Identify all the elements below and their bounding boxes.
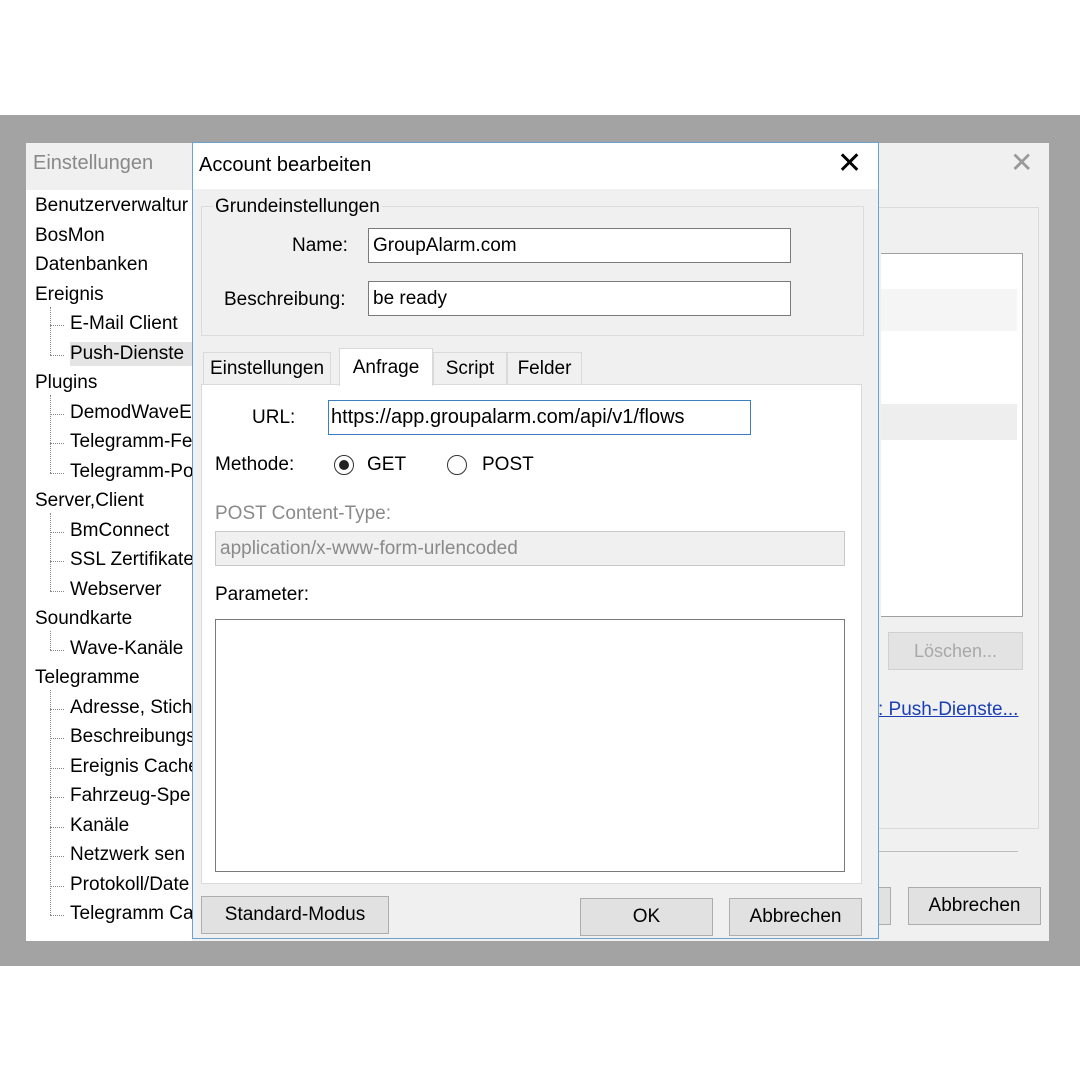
tree-connector [50,472,64,474]
tree-connector [50,915,64,916]
tree-connector [50,690,51,915]
tree-item[interactable]: Soundkarte [35,607,132,631]
push-services-link[interactable]: : Push-Dienste... [878,699,1018,721]
tree-item[interactable]: Fahrzeug-Spe [70,784,190,808]
url-input[interactable]: https://app.groupalarm.com/api/v1/flows [328,400,751,435]
tree-connector [50,513,51,591]
ok-button[interactable]: OK [580,898,713,936]
tree-connector [50,306,51,355]
method-get-label[interactable]: GET [367,454,406,476]
tree-item[interactable]: Push-Dienste [70,341,192,366]
tab-script[interactable]: Script [433,352,507,385]
basic-settings-group [201,206,864,336]
ok-button-partial[interactable] [878,887,891,925]
tree-item[interactable]: Beschreibungs [70,725,192,749]
method-post-radio[interactable] [447,455,467,475]
description-label: Beschreibung: [224,289,346,310]
tree-connector [50,413,64,415]
tree-connector [50,325,64,326]
tree-connector [50,738,64,739]
list-item[interactable] [881,289,1017,331]
tree-connector [50,856,64,857]
tree-connector [50,826,64,828]
tree-item[interactable]: Netzwerk sen [70,843,185,867]
tree-connector [50,767,64,769]
tree-item[interactable]: E-Mail Client [70,312,178,336]
tree-connector [50,395,51,473]
parameter-textarea[interactable] [215,619,845,872]
settings-close-icon[interactable]: ✕ [1010,149,1033,177]
radio-selected-dot [339,460,349,470]
method-post-label[interactable]: POST [482,454,534,476]
content-type-label: POST Content-Type: [215,503,392,524]
tree-item[interactable]: Datenbanken [35,253,148,277]
account-edit-dialog: Account bearbeiten ✕ Grundeinstellungen … [192,142,879,939]
tree-item[interactable]: Protokoll/Date [70,873,189,897]
tree-connector [50,561,64,562]
tree-connector [50,354,64,356]
tree-connector [50,443,64,444]
tree-item[interactable]: Webserver [70,578,162,602]
standard-mode-button[interactable]: Standard-Modus [201,896,389,934]
tree-item[interactable]: Telegramme [35,666,140,690]
parameter-label: Parameter: [215,584,309,605]
tree-connector [50,649,64,651]
settings-cancel-button[interactable]: Abbrechen [908,887,1041,925]
url-label: URL: [252,407,296,428]
tree-item[interactable]: DemodWaveE [70,401,192,425]
list-item[interactable] [881,404,1017,440]
close-icon[interactable]: ✕ [837,149,862,179]
name-input[interactable]: GroupAlarm.com [368,228,791,263]
name-label: Name: [292,235,348,256]
tree-item[interactable]: Telegramm-Fe [70,430,192,454]
tab-einstellungen[interactable]: Einstellungen [203,352,331,385]
tree-item[interactable]: Telegramm Ca [70,902,192,926]
tree-connector [50,708,64,710]
push-accounts-list[interactable] [881,253,1023,617]
tree-connector [50,590,64,592]
description-input[interactable]: be ready [368,281,791,316]
method-get-radio[interactable] [334,455,354,475]
tree-item[interactable]: Adresse, Stich [70,696,192,720]
group-title: Grundeinstellungen [213,196,382,218]
tree-connector [50,797,64,798]
tree-item[interactable]: Ereignis Cache [70,755,192,779]
content-type-input[interactable]: application/x-www-form-urlencoded [215,531,845,566]
tree-item[interactable]: Server,Client [35,489,144,513]
tab-felder[interactable]: Felder [507,352,582,385]
divider [878,851,1018,852]
settings-tree[interactable]: Benutzerverwaltur BosMon Datenbanken Ereign… [26,190,192,941]
tree-item[interactable]: BosMon [35,224,105,248]
tree-item[interactable]: SSL Zertifikate [70,548,192,572]
tree-item[interactable]: Benutzerverwaltur [35,194,188,218]
method-label: Methode: [215,454,295,475]
dialog-titlebar: Account bearbeiten ✕ [193,143,878,189]
tree-connector [50,631,51,650]
delete-button[interactable]: Löschen... [888,632,1023,670]
tree-item[interactable]: Telegramm-Po [70,460,192,484]
settings-window-title: Einstellungen [33,152,154,174]
tree-item[interactable]: Kanäle [70,814,129,838]
dialog-title: Account bearbeiten [199,154,372,176]
cancel-button[interactable]: Abbrechen [729,898,862,936]
tab-anfrage[interactable]: Anfrage [339,348,433,386]
tree-connector [50,885,64,887]
tree-connector [50,531,64,533]
tree-item[interactable]: Ereignis [35,283,104,307]
tree-item[interactable]: Wave-Kanäle [70,637,183,661]
tree-item[interactable]: BmConnect [70,519,169,543]
tree-item[interactable]: Plugins [35,371,97,395]
